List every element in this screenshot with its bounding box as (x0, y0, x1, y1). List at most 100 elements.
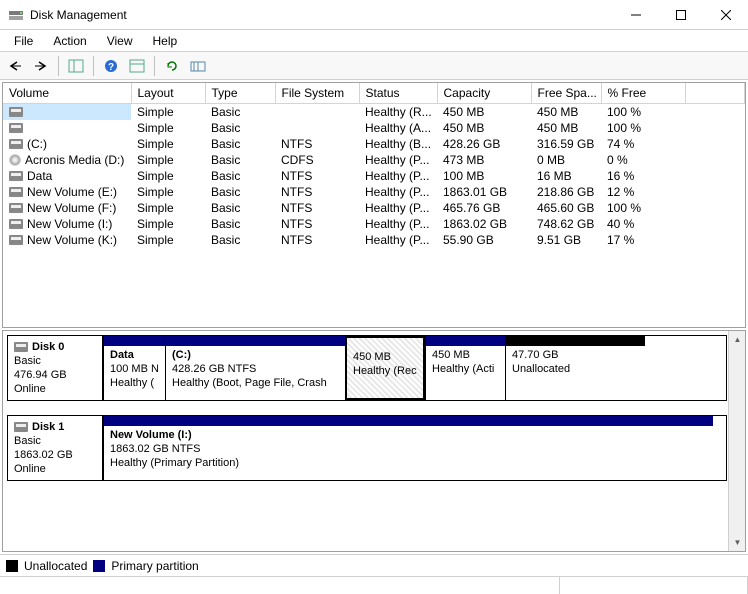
volume-name: Acronis Media (D:) (25, 153, 124, 167)
help-button[interactable]: ? (100, 55, 122, 77)
disk-size: 476.94 GB (14, 369, 67, 381)
partition-name: Data (110, 349, 134, 361)
cell-free: 218.86 GB (531, 184, 601, 200)
col-free[interactable]: Free Spa... (531, 83, 601, 103)
cell-layout: Simple (131, 232, 205, 248)
cell-pct: 16 % (601, 168, 685, 184)
volume-table: Volume Layout Type File System Status Ca… (3, 83, 745, 248)
cell-layout: Simple (131, 120, 205, 136)
cell-type: Basic (205, 152, 275, 168)
cell-layout: Simple (131, 184, 205, 200)
refresh-button[interactable] (161, 55, 183, 77)
cell-layout: Simple (131, 136, 205, 152)
partition-status: Healthy (Acti (432, 363, 494, 375)
volume-name: New Volume (K:) (27, 233, 117, 247)
cell-status: Healthy (P... (359, 232, 437, 248)
menu-file[interactable]: File (4, 32, 43, 50)
partition[interactable]: (C:)428.26 GB NTFSHealthy (Boot, Page Fi… (165, 336, 345, 400)
partition[interactable]: 47.70 GBUnallocated (505, 336, 645, 400)
cell-pct: 12 % (601, 184, 685, 200)
cell-capacity: 428.26 GB (437, 136, 531, 152)
cell-layout: Simple (131, 103, 205, 120)
partition[interactable]: New Volume (I:)1863.02 GB NTFSHealthy (P… (103, 416, 713, 480)
col-layout[interactable]: Layout (131, 83, 205, 103)
col-volume[interactable]: Volume (3, 83, 131, 103)
partition-status: Unallocated (512, 363, 570, 375)
volume-name: Data (27, 169, 52, 183)
partition-size: 428.26 GB NTFS (172, 363, 256, 375)
vertical-scrollbar[interactable]: ▲ ▼ (728, 331, 745, 551)
cell-pct: 74 % (601, 136, 685, 152)
col-spacer (685, 83, 745, 103)
col-filesystem[interactable]: File System (275, 83, 359, 103)
cell-type: Basic (205, 103, 275, 120)
scroll-up-icon[interactable]: ▲ (729, 331, 746, 348)
disk-icon (9, 235, 23, 245)
partition-status: Healthy (Reco (353, 365, 417, 377)
disk-icon (9, 139, 23, 149)
scroll-down-icon[interactable]: ▼ (729, 534, 746, 551)
col-type[interactable]: Type (205, 83, 275, 103)
graphical-view-pane[interactable]: Disk 0Basic476.94 GBOnline Data 100 MB N He… (2, 330, 746, 552)
partition[interactable]: 450 MBHealthy (Reco (345, 336, 425, 400)
table-row[interactable]: New Volume (I:)SimpleBasicNTFSHealthy (P… (3, 216, 745, 232)
table-row[interactable]: (C:)SimpleBasicNTFSHealthy (B...428.26 G… (3, 136, 745, 152)
cell-free: 316.59 GB (531, 136, 601, 152)
partition[interactable]: Data100 MB NHealthy ( (103, 336, 165, 400)
cell-pct: 0 % (601, 152, 685, 168)
cell-fs: NTFS (275, 168, 359, 184)
window-title: Disk Management (30, 8, 613, 22)
partition[interactable]: 450 MBHealthy (Acti (425, 336, 505, 400)
separator (93, 56, 94, 76)
partition-size: 100 MB N (110, 363, 159, 375)
partition-header-unalloc (506, 336, 645, 346)
show-hide-console-button[interactable] (65, 55, 87, 77)
menu-bar: File Action View Help (0, 30, 748, 52)
back-button[interactable] (4, 55, 26, 77)
col-pct[interactable]: % Free (601, 83, 685, 103)
disk-icon (9, 219, 23, 229)
table-row[interactable]: SimpleBasicHealthy (R...450 MB450 MB100 … (3, 103, 745, 120)
col-capacity[interactable]: Capacity (437, 83, 531, 103)
cd-icon (9, 154, 21, 166)
table-row[interactable]: SimpleBasicHealthy (A...450 MB450 MB100 … (3, 120, 745, 136)
cell-layout: Simple (131, 168, 205, 184)
cell-pct: 100 % (601, 200, 685, 216)
status-bar (0, 576, 748, 594)
maximize-button[interactable] (658, 0, 703, 30)
table-row[interactable]: New Volume (E:)SimpleBasicNTFSHealthy (P… (3, 184, 745, 200)
cell-capacity: 100 MB (437, 168, 531, 184)
close-button[interactable] (703, 0, 748, 30)
partition-status: Healthy (Primary Partition) (110, 457, 239, 469)
cell-capacity: 1863.01 GB (437, 184, 531, 200)
disk-info[interactable]: Disk 0Basic476.94 GBOnline (7, 335, 103, 401)
column-headers: Volume Layout Type File System Status Ca… (3, 83, 745, 103)
cell-pct: 40 % (601, 216, 685, 232)
partition-header-primary (104, 336, 165, 346)
col-status[interactable]: Status (359, 83, 437, 103)
disk-size: 1863.02 GB (14, 449, 73, 461)
volume-list-pane[interactable]: Volume Layout Type File System Status Ca… (2, 82, 746, 328)
disk-info[interactable]: Disk 1Basic1863.02 GBOnline (7, 415, 103, 481)
forward-button[interactable] (30, 55, 52, 77)
cell-status: Healthy (B... (359, 136, 437, 152)
cell-free: 16 MB (531, 168, 601, 184)
properties-button[interactable] (126, 55, 148, 77)
table-row[interactable]: DataSimpleBasicNTFSHealthy (P...100 MB16… (3, 168, 745, 184)
table-row[interactable]: New Volume (F:)SimpleBasicNTFSHealthy (P… (3, 200, 745, 216)
menu-help[interactable]: Help (143, 32, 188, 50)
partition-name: New Volume (I:) (110, 429, 192, 441)
disk-icon (14, 422, 28, 432)
minimize-button[interactable] (613, 0, 658, 30)
cell-layout: Simple (131, 216, 205, 232)
table-row[interactable]: Acronis Media (D:)SimpleBasicCDFSHealthy… (3, 152, 745, 168)
legend-swatch-unallocated (6, 560, 18, 572)
separator (58, 56, 59, 76)
menu-action[interactable]: Action (43, 32, 96, 50)
settings-button[interactable] (187, 55, 209, 77)
cell-free: 748.62 GB (531, 216, 601, 232)
partition-header-primary (166, 336, 345, 346)
menu-view[interactable]: View (97, 32, 143, 50)
cell-status: Healthy (A... (359, 120, 437, 136)
table-row[interactable]: New Volume (K:)SimpleBasicNTFSHealthy (P… (3, 232, 745, 248)
